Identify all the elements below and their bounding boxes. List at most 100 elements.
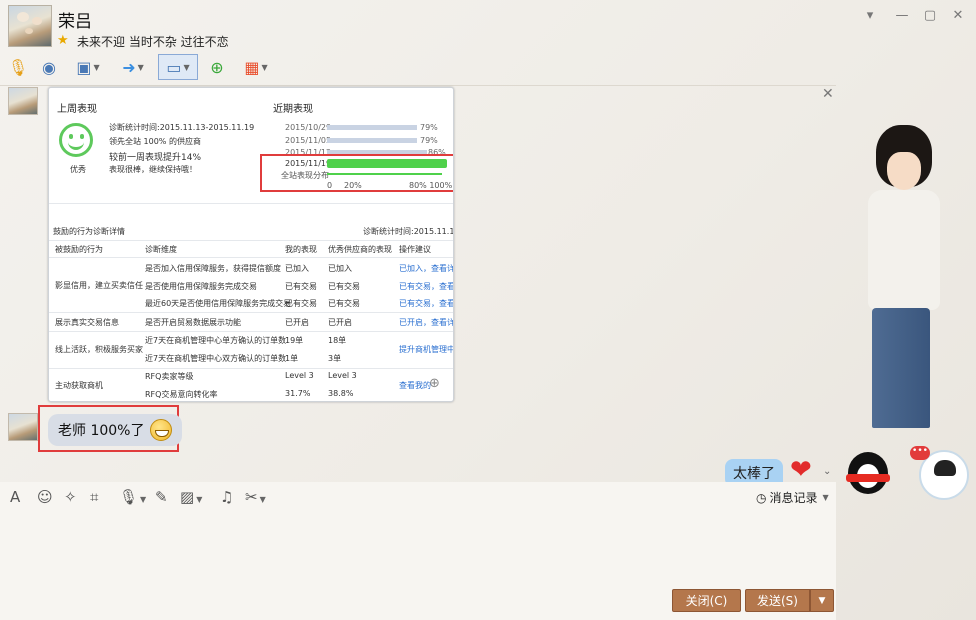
table-cell: 19单 (285, 336, 304, 345)
send-options-button[interactable]: ▼ (810, 589, 834, 612)
divider (49, 203, 453, 204)
magic-icon[interactable]: ✧ (64, 488, 77, 506)
incoming-message[interactable]: 老师 100%了 (48, 414, 183, 446)
table-cell: 已有交易 (285, 282, 317, 291)
detail-time: 诊断统计时间:2015.11.13-201 (363, 227, 454, 236)
table-link[interactable]: 已开启，查看详情 (399, 317, 453, 328)
voice-icon[interactable]: 🎙 ▼ (119, 488, 146, 506)
scale-tick: 80% 100% (409, 181, 453, 190)
chevron-down-icon: ▼ (822, 493, 829, 502)
contact-signature: 未来不迎 当时不杂 过往不恋 (77, 35, 229, 49)
table-link[interactable]: 已有交易，查看详 (399, 298, 453, 309)
table-header: 诊断维度 (145, 245, 177, 254)
table-cell: 18单 (328, 336, 347, 345)
week-pct: 79% (420, 123, 438, 132)
current-date: 2015/11/19 (285, 159, 332, 168)
history-button[interactable]: ◷ 消息记录 ▼ (756, 489, 829, 506)
table-cell: 已有交易 (328, 299, 360, 308)
video-call-icon[interactable]: ◉ (34, 54, 64, 80)
file-transfer-icon[interactable]: ➜ ▼ (112, 54, 154, 80)
qq-penguin-icon[interactable] (848, 452, 888, 494)
edit-icon[interactable]: ✎ (155, 488, 168, 506)
close-icon[interactable]: ✕ (822, 86, 834, 102)
character-jeans (872, 308, 930, 428)
table-cell: 已开启 (328, 318, 352, 327)
table-cell: 是否加入信用保障服务，获得提信额度 (145, 264, 281, 273)
close-button[interactable]: 关闭(C) (672, 589, 741, 612)
remote-desktop-icon[interactable]: ▣ ▼ (68, 54, 108, 80)
contact-avatar[interactable] (8, 5, 52, 47)
table-cell: 影显信用，建立买卖信任 (55, 281, 143, 290)
distribution-line (327, 173, 442, 175)
distribution-label: 全站表现分布 (281, 171, 329, 180)
emoji-icon[interactable]: ☺ (37, 488, 53, 506)
table-cell: 近7天在商机管理中心双方确认的订单数 (145, 354, 287, 363)
table-link[interactable]: 已有交易，查看详 (399, 281, 453, 292)
table-cell: 线上活跃，积极服务买家 (55, 345, 143, 354)
contact-name[interactable]: 荣吕 (58, 7, 92, 32)
music-icon[interactable]: ♫ (220, 488, 233, 506)
close-icon[interactable]: ✕ (949, 8, 967, 23)
character-face (887, 152, 921, 190)
divider (49, 331, 453, 332)
table-cell: 已加入 (285, 264, 309, 273)
app-grid-icon[interactable]: ▦ ▼ (236, 54, 276, 80)
week-date: 2015/11/05 (285, 136, 332, 145)
table-link[interactable]: 查看我的 (399, 380, 431, 391)
table-cell: Level 3 (328, 371, 357, 380)
bullet-text: 领先全站 100% 的供应商 (109, 137, 201, 146)
divider (49, 312, 453, 313)
divider (49, 368, 453, 369)
grin-emoji-icon (150, 419, 173, 441)
chat-toolbar: 🎙 ◉ ▣ ▼ ➜ ▼ ▭ ▼ ⊕ ▦ ▼ (6, 53, 276, 81)
add-contact-icon[interactable]: ⊕ (202, 54, 232, 80)
week-pct: 79% (420, 136, 438, 145)
message-dots-icon: ••• (910, 446, 930, 460)
table-header: 被鼓励的行为 (55, 245, 103, 254)
table-cell: 3单 (328, 354, 342, 363)
sender-avatar[interactable] (8, 87, 38, 115)
bullet-text: 较前一周表现提升14% (109, 153, 202, 163)
smile-icon (59, 123, 93, 157)
current-bar (327, 159, 447, 168)
sender-avatar[interactable] (8, 413, 38, 441)
screenshot-icon[interactable]: ⌗ (90, 488, 98, 506)
penguin-scarf (846, 474, 890, 482)
font-icon[interactable]: A (10, 488, 20, 506)
microphone-icon[interactable]: 🎙 (6, 54, 30, 80)
screen-share-icon[interactable]: ▭ ▼ (158, 54, 198, 80)
week-bar (327, 138, 417, 143)
divider (49, 240, 453, 241)
table-cell: 已开启 (285, 318, 309, 327)
table-cell: 38.8% (328, 389, 354, 398)
chevron-down-icon[interactable]: ▾ (861, 8, 879, 23)
image-left-title: 上周表现 (57, 104, 97, 115)
minimize-icon[interactable]: — (893, 8, 911, 23)
table-cell: 展示真实交易信息 (55, 318, 119, 327)
table-cell: 1单 (285, 354, 299, 363)
send-button[interactable]: 发送(S) (745, 589, 810, 612)
table-cell: 已有交易 (328, 282, 360, 291)
heart-sticker-icon: ❤ (790, 455, 812, 485)
detail-title: 鼓励的行为诊断详情 (53, 227, 125, 236)
table-link[interactable]: 已加入，查看详情 (399, 263, 453, 274)
zoom-in-icon[interactable]: ⊕ (429, 376, 440, 391)
shared-image[interactable]: 上周表现 优秀 诊断统计时间:2015.11.13-2015.11.19 领先全… (48, 87, 454, 402)
star-icon: ★ (57, 33, 69, 48)
maximize-icon[interactable]: ▢ (921, 8, 939, 23)
table-link[interactable]: 提升商机管理中心 (399, 344, 453, 355)
week-date: 2015/10/29 (285, 123, 332, 132)
table-cell: 已有交易 (285, 299, 317, 308)
image-icon[interactable]: ▨ ▼ (180, 488, 202, 506)
table-header: 操作建议 (399, 245, 431, 254)
rating-label: 优秀 (70, 165, 86, 174)
message-text: 老师 100%了 (58, 423, 145, 439)
table-cell: RFQ交易意向转化率 (145, 390, 218, 399)
table-cell: 是否开启贸易数据展示功能 (145, 318, 241, 327)
chevron-down-icon[interactable]: ⌄ (823, 466, 831, 477)
scale-tick: 0 (327, 181, 333, 190)
character-sweater (868, 190, 940, 310)
scissors-icon[interactable]: ✂ ▼ (245, 488, 266, 506)
table-cell: 最近60天是否使用信用保障服务完成交易 (145, 299, 292, 308)
scale-tick: 20% (344, 181, 362, 190)
